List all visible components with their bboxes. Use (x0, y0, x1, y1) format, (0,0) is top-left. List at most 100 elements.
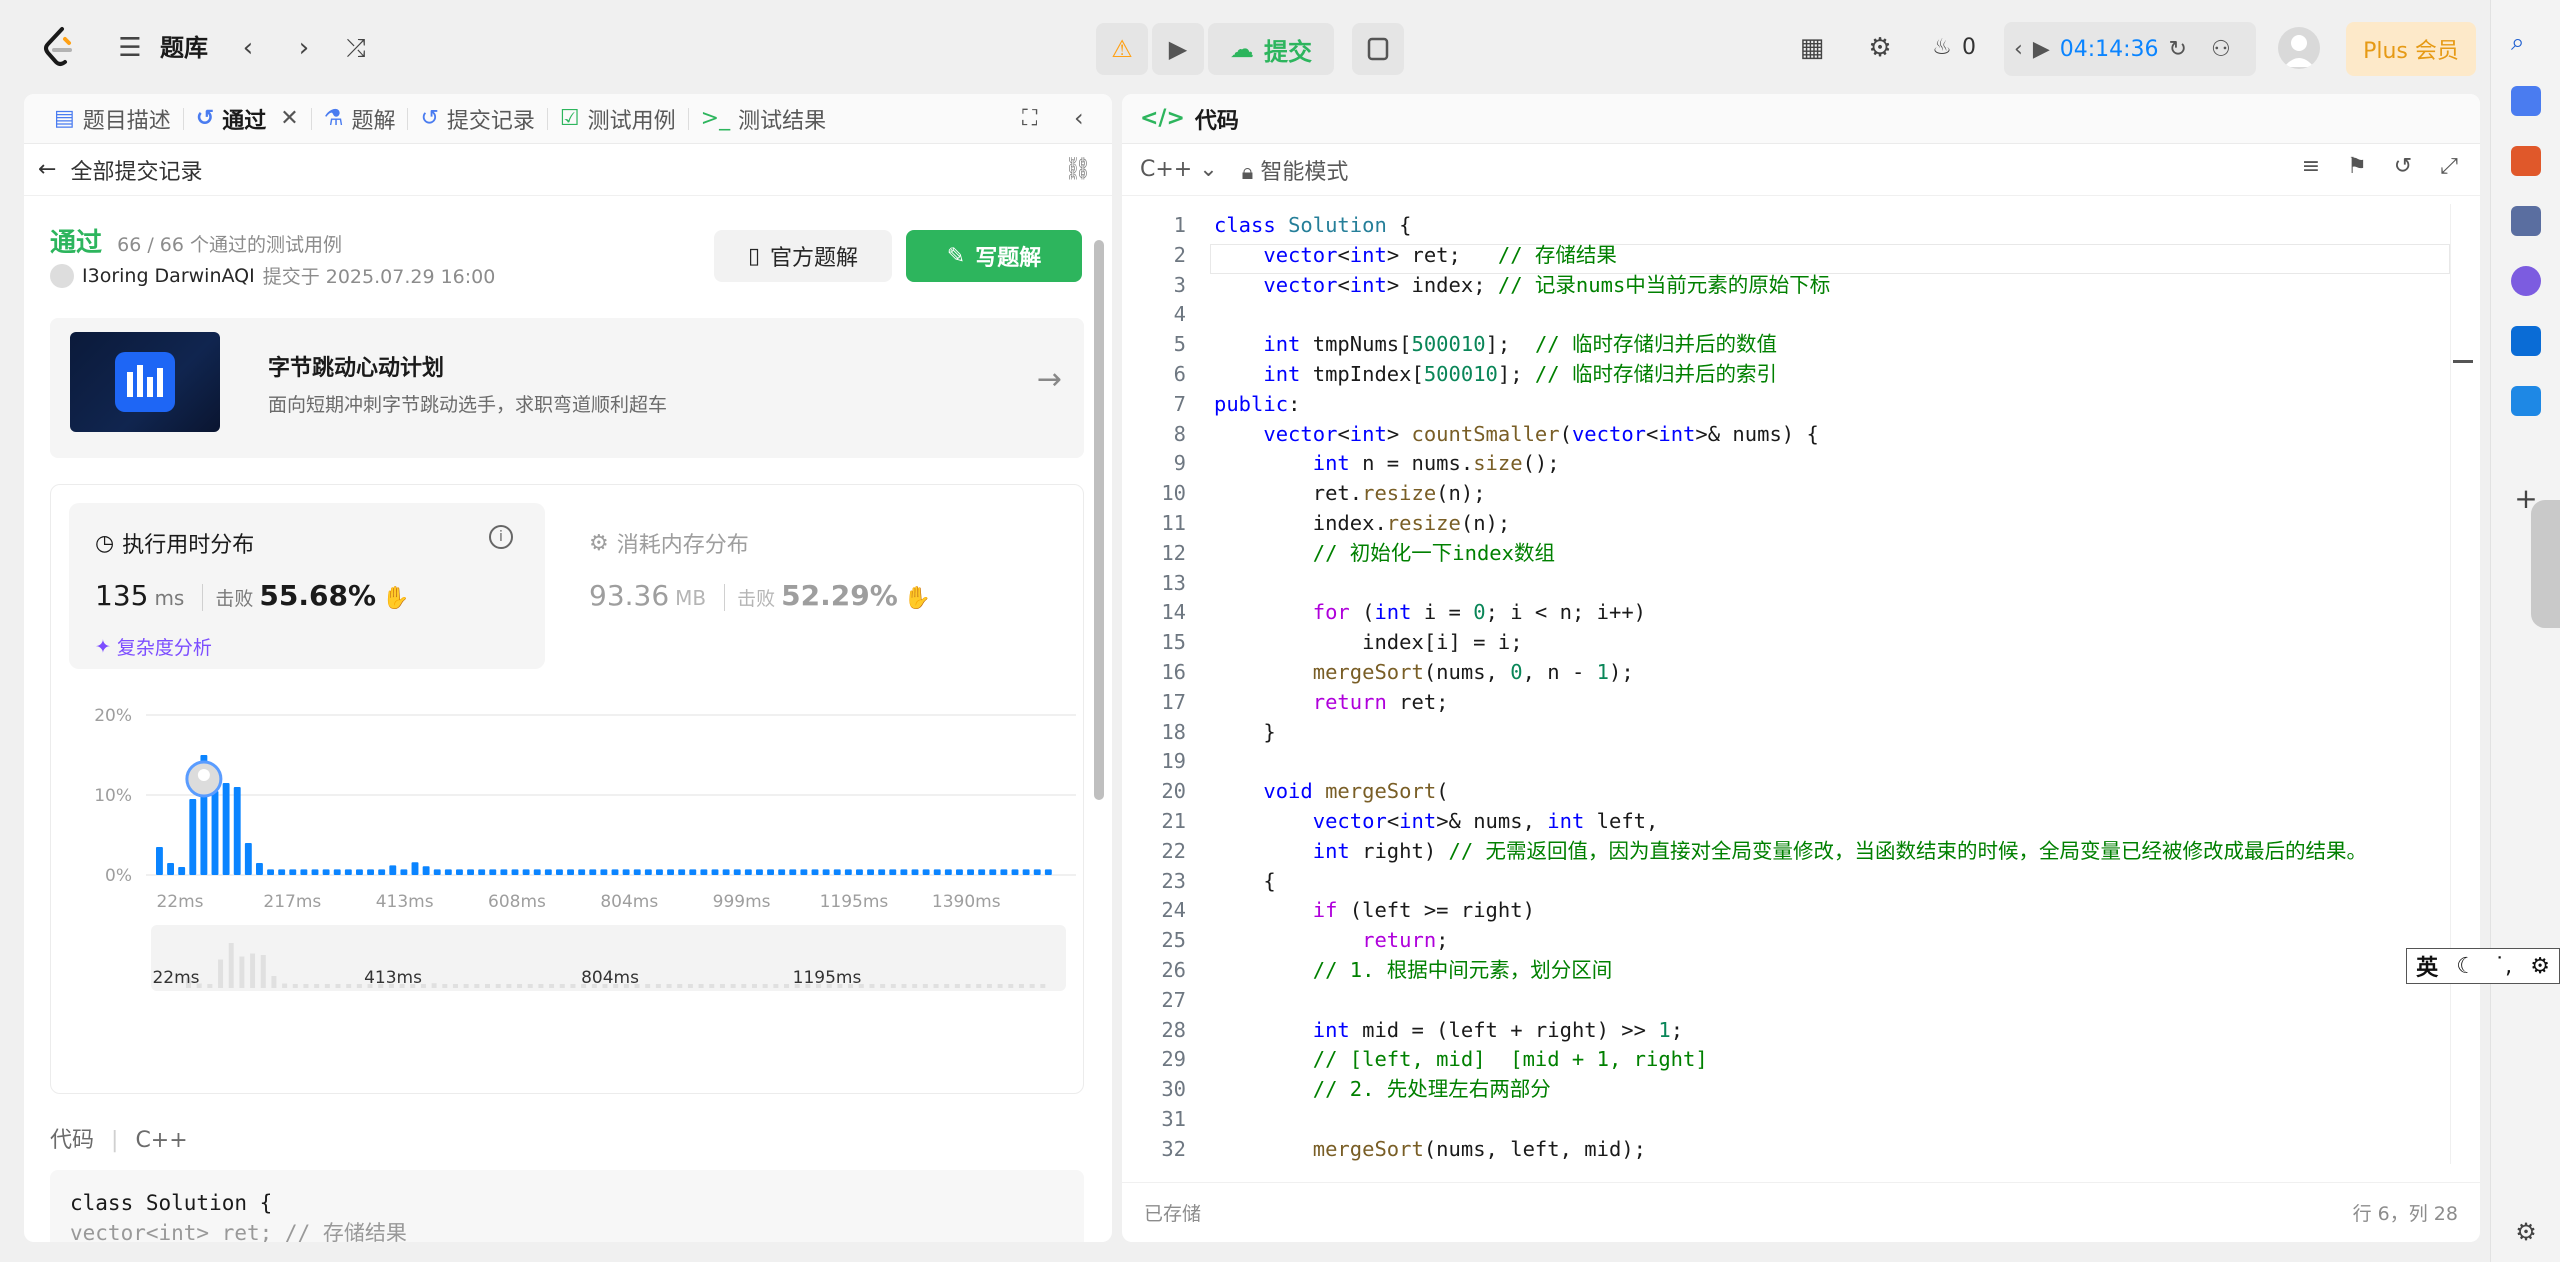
settings-icon[interactable]: ⚙ (1864, 32, 1896, 64)
code-line[interactable]: 25 return; (1122, 925, 2480, 955)
code-line[interactable]: 31 (1122, 1104, 2480, 1134)
code-line[interactable]: 7 public: (1122, 389, 2480, 419)
author-avatar[interactable] (50, 263, 74, 288)
fullscreen-icon[interactable]: ⤢ (2436, 154, 2462, 180)
layout-icon[interactable]: ▦ (1796, 32, 1828, 64)
tab-accepted[interactable]: ↺ 通过 ✕ (184, 94, 311, 144)
sidebar-handle[interactable] (2531, 500, 2560, 628)
smart-mode[interactable]: 🔒︎ 智能模式 (1242, 154, 1349, 186)
code-area[interactable]: 1 class Solution {2 vector<int> ret; // 存… (1122, 208, 2480, 1168)
code-line[interactable]: 21 vector<int>& nums, int left, (1122, 806, 2480, 836)
code-line[interactable]: 8 vector<int> countSmaller(vector<int>& … (1122, 419, 2480, 449)
tag-icon[interactable] (2511, 86, 2541, 116)
bookmark-icon[interactable]: ⚑ (2344, 154, 2370, 180)
chess-icon[interactable] (2511, 206, 2541, 236)
runtime-distribution-chart[interactable]: 20% 10% 0% 22ms 217ms 413ms 608ms 804ms 999ms 119… (81, 680, 1081, 1080)
code-line[interactable]: 2 vector<int> ret; // 存储结果 (1122, 240, 2480, 270)
ime-settings-icon[interactable]: ⚙ (2530, 954, 2550, 979)
debug-button[interactable]: ⚠ (1096, 23, 1148, 75)
code-line[interactable]: 23 { (1122, 866, 2480, 896)
tab-description[interactable]: ▤ 题目描述 (42, 94, 183, 144)
moon-icon[interactable]: ☾ (2456, 954, 2476, 979)
ime-language[interactable]: 英 (2416, 950, 2438, 982)
code-line[interactable]: 17 return ret; (1122, 687, 2480, 717)
code-line[interactable]: 29 // [left, mid] [mid + 1, right] (1122, 1044, 2480, 1074)
author-name[interactable]: I3oring DarwinAQI (82, 265, 255, 287)
code-line[interactable]: 3 vector<int> index; // 记录nums中当前元素的原始下标 (1122, 270, 2480, 300)
plus-member-button[interactable]: Plus 会员 (2346, 22, 2476, 76)
code-line[interactable]: 9 int n = nums.size(); (1122, 448, 2480, 478)
code-line[interactable]: 28 int mid = (left + right) >> 1; (1122, 1015, 2480, 1045)
problem-bank-link[interactable]: 题库 (160, 32, 208, 64)
editor-scrollbar[interactable] (2450, 204, 2478, 1164)
code-line[interactable]: 12 // 初始化一下index数组 (1122, 538, 2480, 568)
maximize-icon[interactable]: ⛶ (1022, 106, 1037, 131)
back-arrow-icon[interactable]: ← (38, 157, 56, 182)
sidebar-settings-icon[interactable]: ⚙ (2511, 1218, 2541, 1248)
code-line[interactable]: 4 (1122, 299, 2480, 329)
promo-banner[interactable]: 字节跳动心动计划 面向短期冲刺字节跳动选手，求职弯道顺利超车 → (50, 318, 1084, 458)
run-button[interactable]: ▶ (1152, 23, 1204, 75)
timer-prev-icon[interactable]: ‹ (2014, 37, 2023, 62)
tab-test-result[interactable]: >_ 测试结果 (689, 94, 838, 144)
collapse-icon[interactable]: ‹ (1074, 104, 1084, 132)
link-icon[interactable]: ⛓ (1064, 157, 1092, 182)
code-line[interactable]: 26 // 1. 根据中间元素，划分区间 (1122, 955, 2480, 985)
timer-reset-icon[interactable]: ↻ (2169, 37, 2187, 62)
next-problem-icon[interactable]: › (288, 32, 320, 64)
add-friend-icon[interactable]: ⚇ (2211, 37, 2231, 62)
arrow-right-icon[interactable]: → (1037, 362, 1062, 397)
overview-bar (452, 984, 458, 988)
code-line[interactable]: 30 // 2. 先处理左右两部分 (1122, 1074, 2480, 1104)
submit-button[interactable]: ☁ 提交 (1208, 23, 1334, 75)
code-line[interactable]: 10 ret.resize(n); (1122, 478, 2480, 508)
scroll-thumb[interactable] (1094, 240, 1104, 800)
copilot-icon[interactable] (2511, 266, 2541, 296)
streak-flame-icon[interactable]: ♨ (1926, 32, 1958, 64)
language-select[interactable]: C++ ⌄ (1140, 157, 1218, 182)
left-scrollbar[interactable] (1092, 210, 1106, 1240)
code-line[interactable]: 16 mergeSort(nums, 0, n - 1); (1122, 657, 2480, 687)
list-icon[interactable]: ☰ (114, 32, 146, 64)
tab-submissions[interactable]: ↺ 提交记录 (408, 94, 546, 144)
code-line[interactable]: 19 (1122, 746, 2480, 776)
ime-toolbar[interactable]: 英 ☾ ˙, ⚙ (2406, 948, 2560, 984)
code-line[interactable]: 14 for (int i = 0; i < n; i++) (1122, 597, 2480, 627)
reset-icon[interactable]: ↺ (2390, 154, 2416, 180)
prev-problem-icon[interactable]: ‹ (232, 32, 264, 64)
code-line[interactable]: 32 mergeSort(nums, left, mid); (1122, 1134, 2480, 1164)
chart-bar (167, 863, 174, 875)
punctuation-icon[interactable]: ˙, (2494, 954, 2512, 979)
memory-box[interactable]: ⚙ 消耗内存分布 93.36 MB 击败 52.29% ✋ (563, 503, 1039, 669)
search-icon[interactable]: ⌕ (2511, 28, 2541, 58)
code-line[interactable]: 24 if (left >= right) (1122, 895, 2480, 925)
write-solution-button[interactable]: ✎ 写题解 (906, 230, 1082, 282)
leetcode-logo-icon[interactable] (38, 26, 78, 70)
toolbox-icon[interactable] (2511, 146, 2541, 176)
send-icon[interactable] (2511, 386, 2541, 416)
info-icon[interactable]: i (489, 525, 513, 549)
complexity-link[interactable]: ✦ 复杂度分析 (95, 633, 212, 660)
code-line[interactable]: 27 (1122, 985, 2480, 1015)
code-line[interactable]: 22 int right) // 无需返回值，因为直接对全局变量修改，当函数结束… (1122, 836, 2480, 866)
tab-testcase[interactable]: ☑ 测试用例 (548, 94, 688, 144)
code-line[interactable]: 15 index[i] = i; (1122, 627, 2480, 657)
code-line[interactable]: 18 } (1122, 717, 2480, 747)
tab-solutions[interactable]: ⚗ 题解 (312, 94, 408, 144)
format-icon[interactable]: ≡ (2298, 154, 2324, 180)
runtime-box[interactable]: ◷ 执行用时分布 i 135 ms 击败 55.68% ✋ ✦ 复杂度分析 (69, 503, 545, 669)
note-button[interactable] (1352, 23, 1404, 75)
close-icon[interactable]: ✕ (280, 106, 298, 131)
user-avatar[interactable] (2278, 27, 2320, 69)
code-line[interactable]: 13 (1122, 568, 2480, 598)
code-line[interactable]: 11 index.resize(n); (1122, 508, 2480, 538)
code-line[interactable]: 6 int tmpIndex[500010]; // 临时存储归并后的索引 (1122, 359, 2480, 389)
official-solution-button[interactable]: ▯ 官方题解 (714, 230, 892, 282)
timer-play-icon[interactable]: ▶ (2033, 37, 2050, 62)
shuffle-icon[interactable]: ⤮ (340, 32, 372, 64)
outlook-icon[interactable] (2511, 326, 2541, 356)
code-line[interactable]: 20 void mergeSort( (1122, 776, 2480, 806)
code-line[interactable]: 5 int tmpNums[500010]; // 临时存储归并后的数值 (1122, 329, 2480, 359)
all-submissions-link[interactable]: 全部提交记录 (70, 154, 202, 186)
code-line[interactable]: 1 class Solution { (1122, 210, 2480, 240)
